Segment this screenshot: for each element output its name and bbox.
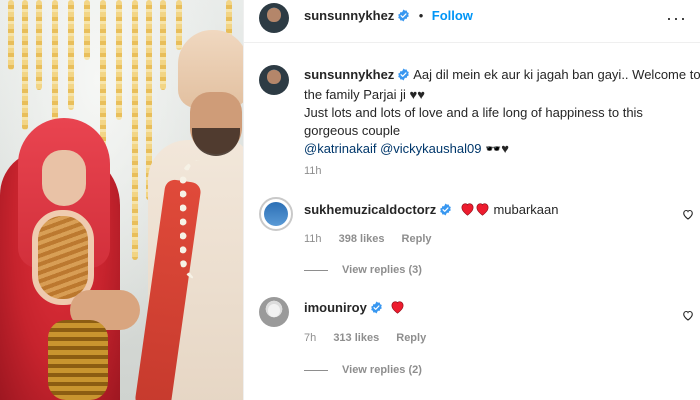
comment-1-meta: 11h 398 likes Reply bbox=[304, 233, 432, 245]
commenter-avatar[interactable] bbox=[259, 297, 289, 327]
comment-2-meta: 7h 313 likes Reply bbox=[304, 332, 426, 344]
comment-time: 11h bbox=[304, 233, 322, 245]
mention-link[interactable]: @katrinakaif bbox=[304, 141, 376, 156]
caption-text-line: Aaj dil mein ek aur ki jagah ban gayi.. … bbox=[413, 67, 700, 82]
commenter-username[interactable]: imouniroy bbox=[304, 300, 367, 315]
replies-divider-line bbox=[304, 369, 328, 371]
heart-emoji-icon bbox=[460, 202, 475, 219]
flower-garland bbox=[84, 0, 90, 60]
caption-username[interactable]: sunsunnykhez bbox=[304, 67, 394, 82]
groom-garland bbox=[180, 160, 220, 280]
author-avatar[interactable] bbox=[259, 3, 289, 33]
flower-garland bbox=[8, 0, 14, 70]
flower-garland bbox=[22, 0, 28, 130]
gold-ornament bbox=[48, 320, 108, 400]
comment-text: mubarkaan bbox=[493, 202, 559, 217]
comment-2: imouniroy bbox=[304, 300, 405, 317]
bride-face bbox=[42, 150, 86, 206]
comment-likes[interactable]: 398 likes bbox=[339, 233, 385, 245]
reply-button[interactable]: Reply bbox=[402, 233, 432, 245]
verified-badge-icon bbox=[370, 301, 383, 317]
caption-mentions-line: @katrinakaif @vickykaushal09 🕶️♥ bbox=[304, 140, 694, 158]
comment-likes[interactable]: 313 likes bbox=[333, 332, 379, 344]
header-separator: • bbox=[418, 8, 424, 23]
caption-emoji: 🕶️♥ bbox=[485, 141, 509, 156]
replies-divider-line bbox=[304, 269, 328, 271]
verified-badge-icon bbox=[397, 9, 410, 27]
caption-timestamp: 11h bbox=[304, 165, 322, 177]
view-replies-2[interactable]: View replies (2) bbox=[304, 364, 422, 376]
post-photo[interactable] bbox=[0, 0, 243, 400]
flower-garland bbox=[132, 0, 138, 260]
heart-emoji-icon bbox=[390, 300, 405, 317]
flower-garland bbox=[36, 0, 42, 90]
reply-button[interactable]: Reply bbox=[396, 332, 426, 344]
mention-link[interactable]: @vickykaushal09 bbox=[380, 141, 481, 156]
comment-time: 7h bbox=[304, 332, 317, 344]
commenter-username[interactable]: sukhemuzicaldoctorz bbox=[304, 202, 436, 217]
post-side-panel: sunsunnykhez • Follow ··· sunsunnykhez A… bbox=[243, 0, 700, 400]
author-username[interactable]: sunsunnykhez bbox=[304, 8, 394, 23]
caption-line-1: sunsunnykhez Aaj dil mein ek aur ki jaga… bbox=[304, 66, 700, 86]
verified-badge-icon bbox=[397, 68, 410, 86]
view-replies-label[interactable]: View replies (3) bbox=[342, 264, 422, 276]
comment-1: sukhemuzicaldoctorz mubarkaan bbox=[304, 202, 559, 219]
like-heart-icon[interactable] bbox=[682, 207, 694, 225]
commenter-avatar[interactable] bbox=[259, 197, 293, 231]
caption-avatar[interactable] bbox=[259, 65, 289, 95]
view-replies-label[interactable]: View replies (2) bbox=[342, 364, 422, 376]
flower-garland bbox=[116, 0, 122, 120]
view-replies-1[interactable]: View replies (3) bbox=[304, 264, 422, 276]
post-header: sunsunnykhez • Follow ··· bbox=[244, 0, 700, 43]
follow-button[interactable]: Follow bbox=[432, 8, 473, 23]
caption-text-line: gorgeous couple bbox=[304, 123, 401, 138]
flower-garland bbox=[176, 0, 182, 50]
flower-garland bbox=[68, 0, 74, 110]
header-user-line: sunsunnykhez • Follow bbox=[304, 7, 473, 27]
like-heart-icon[interactable] bbox=[682, 308, 694, 326]
heart-emoji-icon bbox=[475, 202, 490, 219]
caption: sunsunnykhez Aaj dil mein ek aur ki jaga… bbox=[304, 66, 700, 158]
caption-text-line: Just lots and lots of love and a life lo… bbox=[304, 105, 643, 120]
verified-badge-icon bbox=[439, 203, 452, 219]
caption-text-line: the family Parjai ji ♥♥ bbox=[304, 87, 425, 102]
more-options-icon[interactable]: ··· bbox=[666, 8, 687, 29]
flower-garland bbox=[160, 0, 166, 90]
